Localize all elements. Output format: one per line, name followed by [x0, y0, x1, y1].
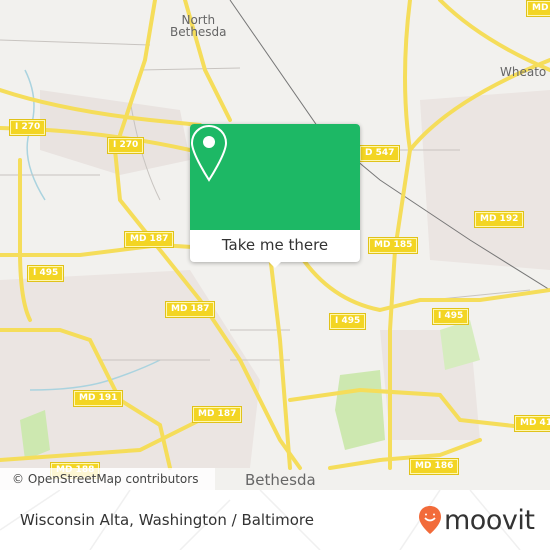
road-shield: MD 191: [72, 390, 124, 407]
road-shield: MD 187: [123, 231, 175, 248]
map[interactable]: North Bethesda Wheato Bethesda I 270 I 27…: [0, 0, 550, 490]
road-shield: MD 185: [367, 237, 419, 254]
destination-popup: Take me there: [190, 124, 360, 268]
road-shield: I 495: [328, 313, 367, 330]
road-shield: MD 192: [473, 211, 525, 228]
popup-pointer: [267, 260, 283, 268]
location-pin-icon: [190, 124, 228, 182]
moovit-face-pin-icon: [419, 506, 441, 534]
take-me-there-button[interactable]: Take me there: [190, 230, 360, 262]
road-shield: I 270: [8, 119, 47, 136]
road-shield: I 495: [26, 265, 65, 282]
road-shield: MD 187: [191, 406, 243, 423]
road-shield: MD 187: [164, 301, 216, 318]
footer-bar: Wisconsin Alta, Washington / Baltimore m…: [0, 490, 550, 550]
map-attribution[interactable]: © OpenStreetMap contributors: [0, 468, 215, 490]
road-shield: I 495: [431, 308, 470, 325]
road-shield: MD: [525, 0, 550, 17]
place-label-wheaton: Wheato: [500, 65, 547, 79]
location-title: Wisconsin Alta, Washington / Baltimore: [20, 511, 315, 529]
road-shield: I 270: [106, 137, 145, 154]
place-label-north-bethesda: North Bethesda: [170, 13, 227, 39]
road-shield: MD 186: [408, 458, 460, 475]
place-label-bethesda: Bethesda: [245, 471, 316, 489]
road-shield: MD 41: [513, 415, 550, 432]
moovit-brand-text: moovit: [444, 504, 535, 536]
moovit-logo[interactable]: moovit: [418, 502, 535, 538]
road-shield: D 547: [358, 145, 401, 162]
popup-header: [190, 124, 360, 230]
